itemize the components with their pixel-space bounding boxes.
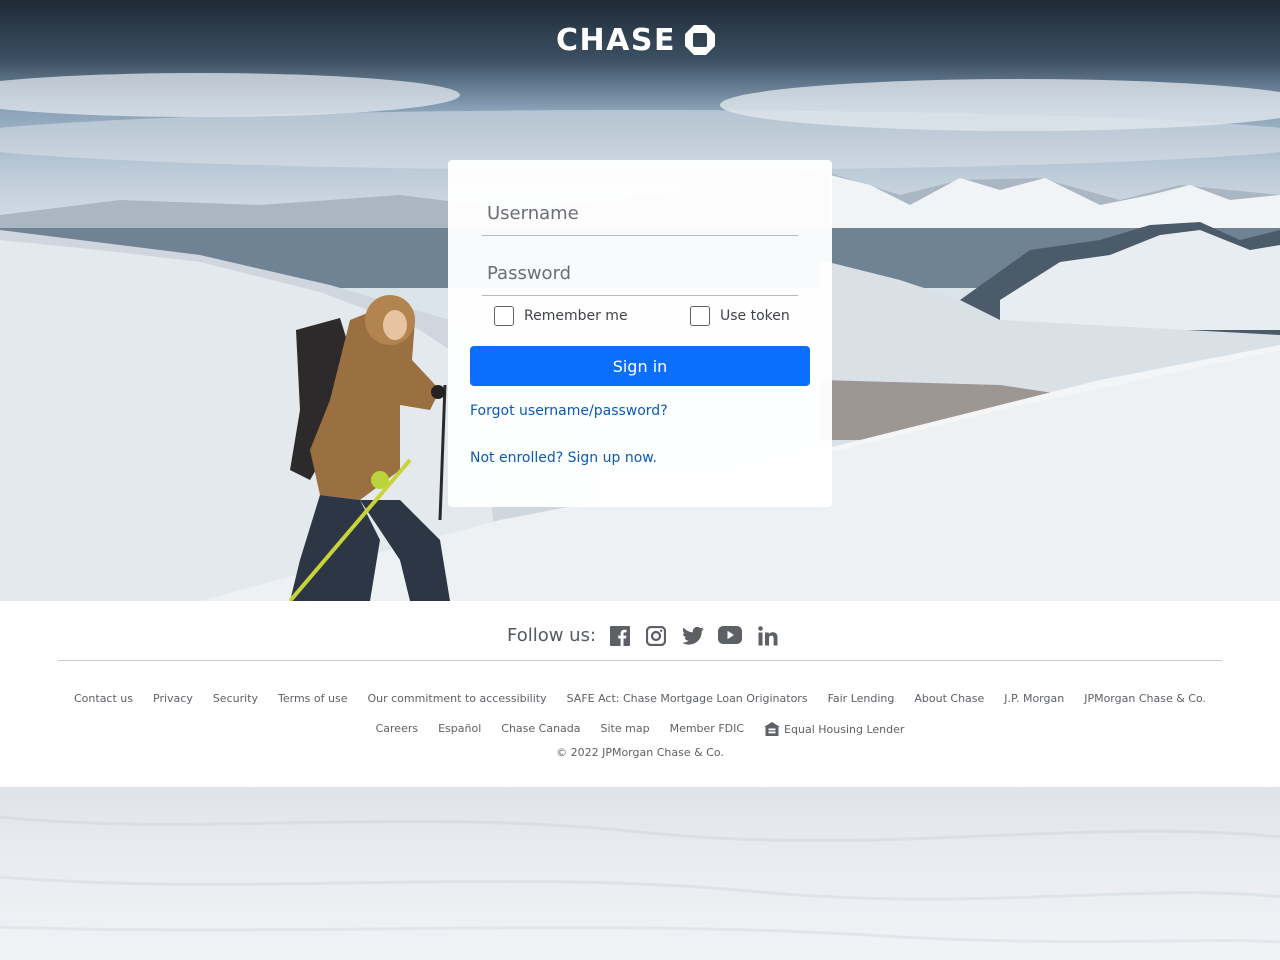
- forgot-credentials-link[interactable]: Forgot username/password?: [470, 403, 668, 419]
- enroll-link[interactable]: Not enrolled? Sign up now.: [470, 450, 657, 466]
- password-input[interactable]: [482, 252, 798, 295]
- octagon-logo-icon: [684, 25, 715, 55]
- use-token-label: Use token: [720, 308, 790, 324]
- linkedin-icon[interactable]: [758, 625, 778, 646]
- checkbox-box[interactable]: [494, 306, 514, 326]
- twitter-icon[interactable]: [682, 626, 705, 646]
- footer-link-about-chase[interactable]: About Chase: [914, 692, 984, 705]
- remember-me-label: Remember me: [524, 308, 628, 324]
- footer-link-privacy[interactable]: Privacy: [153, 692, 193, 705]
- equal-housing-label: Equal Housing Lender: [784, 722, 905, 736]
- follow-us-bar: Follow us:: [507, 625, 778, 646]
- footer-links-row-1: Contact us Privacy Security Terms of use…: [0, 692, 1280, 705]
- footer-link-member-fdic[interactable]: Member FDIC: [670, 722, 744, 736]
- footer-links-row-2: Careers Español Chase Canada Site map Me…: [0, 722, 1280, 736]
- footer-divider: [58, 660, 1222, 661]
- youtube-icon[interactable]: [718, 625, 743, 646]
- username-field-container: [482, 192, 798, 236]
- footer-link-security[interactable]: Security: [213, 692, 258, 705]
- remember-me-checkbox[interactable]: Remember me: [494, 306, 628, 326]
- footer-link-jpmorgan-chase[interactable]: JPMorgan Chase & Co.: [1084, 692, 1206, 705]
- social-links: [610, 625, 778, 646]
- footer-link-terms[interactable]: Terms of use: [278, 692, 347, 705]
- footer-link-careers[interactable]: Careers: [376, 722, 419, 736]
- instagram-icon[interactable]: [645, 625, 667, 646]
- footer-link-jp-morgan[interactable]: J.P. Morgan: [1004, 692, 1064, 705]
- footer-link-espanol[interactable]: Español: [438, 722, 481, 736]
- bottom-snow-background: [0, 787, 1280, 960]
- password-field-container: [482, 252, 798, 296]
- footer-link-site-map[interactable]: Site map: [601, 722, 650, 736]
- copyright: © 2022 JPMorgan Chase & Co.: [556, 746, 724, 759]
- snow-texture-image: [0, 815, 1280, 944]
- footer-link-equal-housing[interactable]: Equal Housing Lender: [764, 722, 904, 736]
- footer-link-chase-canada[interactable]: Chase Canada: [501, 722, 580, 736]
- chase-logo[interactable]: CHASE: [556, 22, 716, 58]
- brand-name: CHASE: [556, 22, 676, 58]
- login-card: Remember me Use token Sign in Forgot use…: [448, 160, 832, 507]
- follow-us-label: Follow us:: [507, 625, 597, 646]
- footer: Follow us: Contact us Privacy Security T…: [0, 601, 1280, 787]
- footer-link-fair-lending[interactable]: Fair Lending: [828, 692, 895, 705]
- username-input[interactable]: [482, 192, 798, 235]
- footer-link-accessibility[interactable]: Our commitment to accessibility: [367, 692, 546, 705]
- facebook-icon[interactable]: [610, 625, 631, 646]
- footer-link-contact-us[interactable]: Contact us: [74, 692, 133, 705]
- footer-link-safe-act[interactable]: SAFE Act: Chase Mortgage Loan Originator…: [567, 692, 808, 705]
- sign-in-button[interactable]: Sign in: [470, 346, 810, 386]
- hero-background: CHASE Remember me Use token Sign in: [0, 0, 1280, 601]
- use-token-checkbox[interactable]: Use token: [690, 306, 790, 326]
- equal-housing-icon: [764, 722, 781, 736]
- checkbox-box[interactable]: [690, 306, 710, 326]
